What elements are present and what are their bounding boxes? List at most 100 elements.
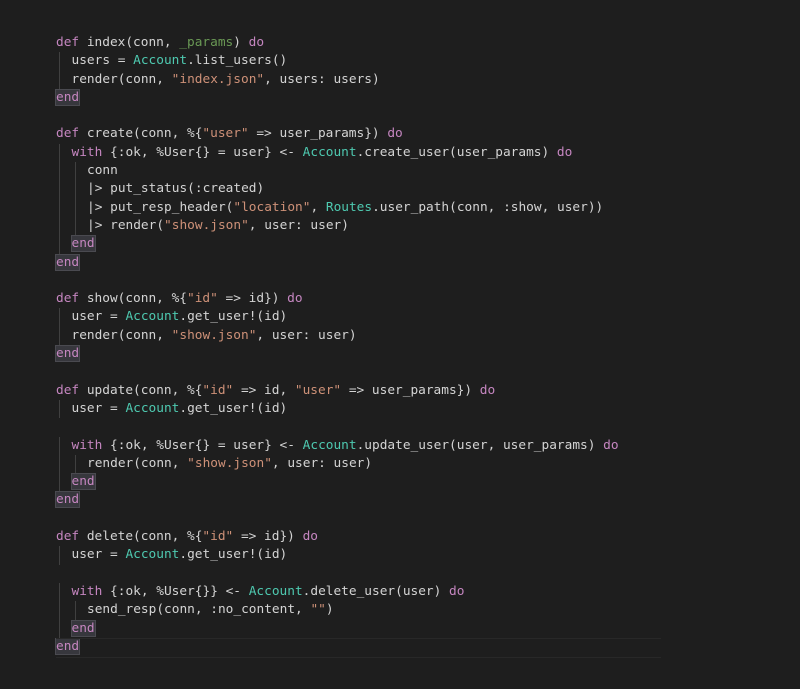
string-token: "" <box>310 602 326 618</box>
code-line[interactable]: render(conn, "show.json", user: user) <box>56 326 619 346</box>
code-line[interactable]: end <box>54 491 619 509</box>
code-token: show(conn, %{ <box>79 291 187 307</box>
keyword-token: def <box>56 382 80 398</box>
indent-guide <box>74 162 76 181</box>
code-line[interactable]: render(conn, "index.json", users: users) <box>56 70 619 89</box>
module-token: Account <box>133 53 188 69</box>
code-line[interactable] <box>56 363 619 381</box>
code-line[interactable]: conn <box>56 162 619 181</box>
code-line[interactable]: end <box>54 637 661 659</box>
indent-guide <box>59 143 60 163</box>
code-line[interactable]: render(conn, "show.json", user: user) <box>56 454 619 474</box>
code-line[interactable]: users = Account.list_users() <box>56 52 619 71</box>
indent-guide <box>59 436 60 455</box>
indent-guide <box>59 308 60 327</box>
code-token: , user: user) <box>271 455 373 471</box>
string-token: "user" <box>294 382 342 398</box>
keyword-token: do <box>287 291 303 307</box>
keyword-token: do <box>556 144 573 160</box>
indent-guide <box>59 601 60 620</box>
code-token: {:ok, %User{} = user} <- <box>102 144 303 160</box>
string-token: "show.json" <box>187 455 272 471</box>
string-token: "id" <box>202 529 234 545</box>
module-token: Account <box>125 400 180 416</box>
code-token: users = <box>71 53 134 69</box>
code-token: render(conn, <box>71 327 172 343</box>
keyword-token: end <box>54 491 81 509</box>
code-token: , <box>310 199 326 215</box>
code-editor[interactable]: def index(conn, _params) do users = Accou… <box>0 0 800 689</box>
code-line[interactable] <box>56 510 619 528</box>
code-token: render(conn, <box>87 455 188 471</box>
code-line[interactable]: |> put_resp_header("location", Routes.us… <box>56 198 619 217</box>
code-token: => id, <box>233 382 295 398</box>
code-token: render(conn, <box>71 71 172 87</box>
code-line[interactable]: with {:ok, %User{} = user} <- Account.cr… <box>56 143 619 163</box>
code-line[interactable]: def index(conn, _params) do <box>56 34 619 52</box>
code-token: .delete_user(user) <box>302 583 450 599</box>
code-token: {:ok, %User{} = user} <- <box>102 437 303 453</box>
code-token: => user_params}) <box>248 126 388 142</box>
indent-guide <box>74 454 76 474</box>
code-token: , users: users) <box>264 71 380 87</box>
indent-guide <box>59 473 60 492</box>
code-line[interactable]: |> put_status(:created) <box>56 180 619 199</box>
code-token: .get_user!(id) <box>179 547 288 563</box>
code-token: delete(conn, %{ <box>79 529 203 545</box>
indent-guide <box>59 198 60 217</box>
indent-guide <box>74 198 76 217</box>
code-line[interactable]: def update(conn, %{"id" => id, "user" =>… <box>56 382 619 400</box>
code-line[interactable]: user = Account.get_user!(id) <box>56 546 619 565</box>
code-token: {:ok, %User{}} <- <box>102 583 249 599</box>
keyword-token: end <box>54 345 81 363</box>
string-token: "show.json" <box>171 327 257 343</box>
code-line[interactable] <box>56 272 619 290</box>
code-line[interactable]: |> render("show.json", user: user) <box>56 216 619 236</box>
code-token: user = <box>71 547 126 563</box>
code-line[interactable]: user = Account.get_user!(id) <box>56 308 619 327</box>
code-line[interactable]: end <box>54 253 619 272</box>
code-token: ) <box>325 602 334 618</box>
code-token: => id}) <box>233 529 303 545</box>
code-line[interactable] <box>56 565 619 583</box>
code-area[interactable]: def index(conn, _params) do users = Accou… <box>54 34 661 659</box>
keyword-token: with <box>71 144 103 160</box>
code-token: user = <box>71 309 126 325</box>
keyword-token: end <box>70 235 96 253</box>
keyword-token: def <box>56 126 80 142</box>
code-line[interactable] <box>56 107 619 125</box>
indent-guide <box>59 326 60 346</box>
code-token: => user_params}) <box>341 382 480 398</box>
indent-guide <box>59 619 60 638</box>
indent-guide <box>59 399 60 419</box>
code-line[interactable]: end <box>54 88 619 107</box>
code-line[interactable]: def delete(conn, %{"id" => id}) do <box>56 528 619 546</box>
code-line[interactable] <box>56 418 619 436</box>
string-token: "index.json" <box>171 71 265 87</box>
code-line[interactable]: def create(conn, %{"user" => user_params… <box>56 125 619 143</box>
code-token: .user_path(conn, :show, user)) <box>372 199 604 215</box>
keyword-token: do <box>248 35 265 50</box>
code-line[interactable]: end <box>56 235 619 254</box>
code-token: index(conn, <box>79 35 180 50</box>
code-line[interactable]: with {:ok, %User{} = user} <- Account.up… <box>56 436 619 455</box>
indent-guide <box>59 582 60 602</box>
code-token: , user: user) <box>256 327 357 343</box>
code-line[interactable]: def show(conn, %{"id" => id}) do <box>56 290 619 308</box>
indent-guide <box>74 216 76 236</box>
module-token: Account <box>125 547 180 563</box>
string-token: "user" <box>202 126 249 142</box>
string-token: "id" <box>187 291 218 307</box>
code-token: update(conn, %{ <box>79 382 203 398</box>
code-line[interactable]: end <box>54 345 619 363</box>
indent-guide <box>59 52 60 71</box>
indent-guide <box>59 180 60 199</box>
code-line[interactable]: end <box>56 619 619 638</box>
keyword-token: do <box>387 126 403 142</box>
code-line[interactable]: user = Account.get_user!(id) <box>56 399 619 419</box>
code-token: .update_user(user, user_params) <box>356 437 604 453</box>
code-token: => id}) <box>217 291 288 307</box>
code-line[interactable]: send_resp(conn, :no_content, "") <box>56 601 619 620</box>
code-line[interactable]: end <box>56 473 619 492</box>
code-line[interactable]: with {:ok, %User{}} <- Account.delete_us… <box>56 582 619 602</box>
